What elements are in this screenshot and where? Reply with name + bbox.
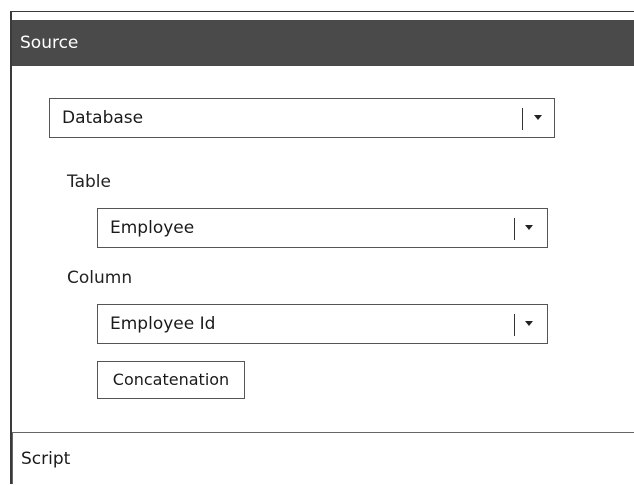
chevron-down-icon[interactable]: [525, 225, 533, 230]
dropdown-separator: [522, 108, 523, 130]
chevron-down-icon[interactable]: [525, 321, 533, 326]
concatenation-button[interactable]: Concatenation: [97, 361, 245, 399]
column-value: Employee Id: [110, 314, 216, 334]
source-section-header[interactable]: Source: [12, 20, 634, 66]
chevron-down-icon[interactable]: [534, 115, 542, 120]
column-label: Column: [67, 268, 133, 288]
table-value: Employee: [110, 218, 195, 238]
dropdown-separator: [514, 218, 515, 240]
script-section-header[interactable]: Script: [12, 432, 634, 484]
source-type-value: Database: [62, 108, 144, 128]
column-dropdown[interactable]: Employee Id: [97, 304, 548, 344]
script-section-title: Script: [21, 449, 71, 469]
table-label: Table: [67, 172, 111, 192]
dropdown-separator: [514, 314, 515, 336]
source-section-title: Source: [20, 33, 79, 53]
table-dropdown[interactable]: Employee: [97, 208, 548, 248]
source-type-dropdown[interactable]: Database: [49, 98, 555, 138]
